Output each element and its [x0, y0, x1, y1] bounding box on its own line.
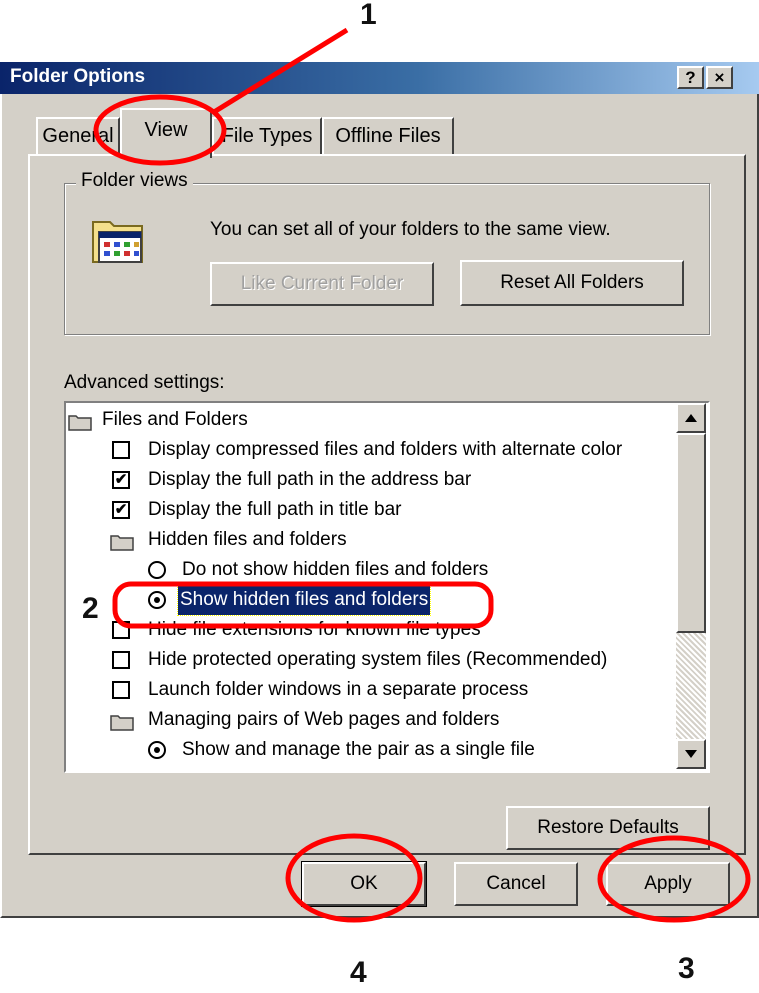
- restore-defaults-button[interactable]: Restore Defaults: [506, 806, 710, 850]
- folder-views-description: You can set all of your folders to the s…: [210, 219, 611, 240]
- arrow-up-icon: [685, 414, 697, 422]
- folder-view-icon: [92, 221, 143, 263]
- list-item-label: Hide protected operating system files (R…: [148, 649, 608, 670]
- window-title: Folder Options: [10, 66, 146, 87]
- folder-icon: [110, 711, 134, 731]
- list-item-label: Display the full path in title bar: [148, 499, 402, 520]
- like-current-folder-button[interactable]: Like Current Folder: [210, 262, 434, 306]
- checkbox[interactable]: [112, 681, 130, 699]
- vertical-scrollbar[interactable]: [676, 403, 706, 769]
- help-button[interactable]: ?: [677, 66, 704, 89]
- checkbox[interactable]: ✔: [112, 471, 130, 489]
- close-button[interactable]: ×: [706, 66, 733, 89]
- list-item-label: Files and Folders: [102, 409, 248, 430]
- tab-offline-files[interactable]: Offline Files: [322, 117, 454, 156]
- list-item-label: Do not show hidden files and folders: [182, 559, 489, 580]
- tab-view[interactable]: View: [120, 108, 212, 158]
- cancel-button[interactable]: Cancel: [454, 862, 578, 906]
- apply-button[interactable]: Apply: [606, 862, 730, 906]
- checkbox[interactable]: [112, 441, 130, 459]
- checkbox[interactable]: ✔: [112, 501, 130, 519]
- radio-button[interactable]: [148, 591, 166, 609]
- list-item-label: Display the full path in the address bar: [148, 469, 472, 490]
- advanced-settings-label: Advanced settings:: [64, 372, 225, 393]
- tab-file-types[interactable]: File Types: [212, 117, 322, 156]
- folder-icon: [68, 411, 92, 431]
- ok-button[interactable]: OK: [301, 861, 427, 907]
- folder-views-legend: Folder views: [76, 170, 193, 192]
- advanced-settings-list[interactable]: Files and Folders Display compressed fil…: [64, 401, 710, 773]
- list-item-label: Show and manage the pair as a single fil…: [182, 739, 535, 760]
- tab-general[interactable]: General: [36, 117, 120, 156]
- list-item-label: Hide file extensions for known file type…: [148, 619, 481, 640]
- folder-icon: [110, 531, 134, 551]
- radio-button[interactable]: [148, 741, 166, 759]
- list-item-label: Launch folder windows in a separate proc…: [148, 679, 529, 700]
- arrow-down-icon: [685, 750, 697, 758]
- list-item-label: Display compressed files and folders wit…: [148, 439, 623, 460]
- reset-all-folders-button[interactable]: Reset All Folders: [460, 260, 684, 306]
- checkbox[interactable]: [112, 621, 130, 639]
- scroll-down-button[interactable]: [676, 739, 706, 769]
- list-item-label: Managing pairs of Web pages and folders: [148, 709, 500, 730]
- annotation-number-1: 1: [360, 0, 377, 31]
- radio-button[interactable]: [148, 561, 166, 579]
- scroll-thumb[interactable]: [676, 433, 706, 633]
- list-item-label: Show hidden files and folders: [176, 584, 432, 616]
- list-item-label: Hidden files and folders: [148, 529, 347, 550]
- annotation-number-4: 4: [350, 956, 367, 989]
- scroll-up-button[interactable]: [676, 403, 706, 433]
- folder-views-group: [64, 183, 710, 335]
- annotation-number-3: 3: [678, 952, 695, 985]
- checkbox[interactable]: [112, 651, 130, 669]
